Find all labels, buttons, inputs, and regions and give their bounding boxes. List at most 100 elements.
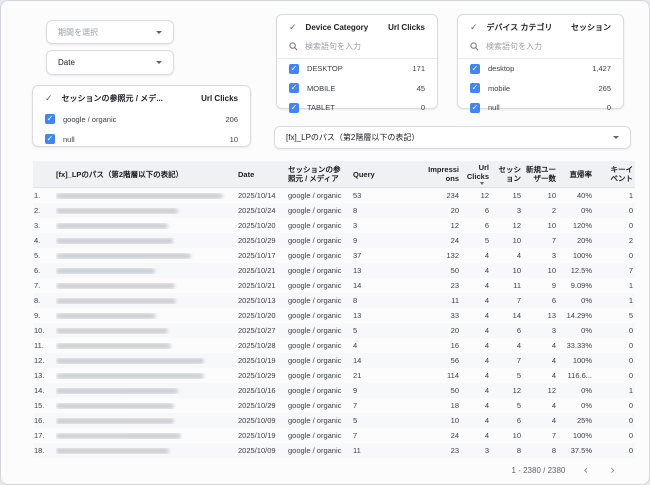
filter-item[interactable]: ✓ null 0 [458,98,623,118]
filter-item-label: TABLET [307,103,335,113]
date-dropdown[interactable]: Date [46,50,174,75]
table-row: 3. 2025/10/20 google / organic 3 12 6 12 10 120%… [33,218,635,233]
checkbox-checked-icon[interactable]: ✓ [470,63,480,74]
cell-lp-path-redacted [56,222,238,229]
chevron-down-icon [156,30,162,34]
filter-item-value: 0 [606,103,611,113]
cell-sessions: 14 [512,311,521,320]
cell-query: 11 [353,446,361,455]
checkbox-checked-icon[interactable]: ✓ [289,83,299,94]
cell-query: 7 [353,401,358,410]
table-row: 11. 2025/10/28 google / organic 4 16 4 4 4 33.33… [33,338,635,353]
filter-item[interactable]: ✓ google / organic 206 [33,109,250,129]
column-header-sessions[interactable]: セッシ ョン [491,161,523,187]
cell-sessions: 11 [513,281,521,290]
cell-url_clicks: 4 [484,386,489,395]
redacted-url-bar [56,327,168,334]
cell-index: 9. [34,311,41,320]
table-row: 2. 2025/10/24 google / organic 8 20 6 3 2 0% 0 [33,203,635,218]
cell-index: 1. [34,191,41,200]
checkbox-checked-icon[interactable]: ✓ [289,102,299,113]
checkbox-checked-icon[interactable]: ✓ [45,114,55,124]
cell-query: 9 [353,386,358,395]
cell-new_users: 7 [551,236,556,245]
column-header-label: Date [238,169,255,179]
filter-item[interactable]: ✓ DESKTOP 171 [277,59,437,79]
cell-source: google / organic [288,416,342,425]
filter-header[interactable]: ✓ デバイス カテゴリ セッション [458,17,623,38]
filter-item[interactable]: ✓ mobile 265 [458,79,623,99]
cell-index: 14. [34,386,45,395]
cell-key_events: 2 [628,236,633,245]
cell-key_events: 0 [628,446,633,455]
cell-source: google / organic [288,221,342,230]
pagination-prev-icon[interactable]: ‹ [583,464,588,476]
filter-search[interactable]: 検索語句を入力 [277,38,437,55]
checkbox-checked-icon[interactable]: ✓ [45,134,55,144]
cell-source: google / organic [288,371,342,380]
column-header-label: 新規ユー ザー数 [526,165,556,183]
search-icon [289,42,298,51]
redacted-url-bar [56,267,155,274]
cell-key_events: 0 [628,371,633,380]
column-header-source[interactable]: セッションの参 照元 / メディア [288,161,353,187]
cell-new_users: 4 [551,356,556,365]
column-header-url_clicks[interactable]: Url Clicks [461,161,491,187]
column-header-impressions[interactable]: Impressi ons [393,161,461,187]
pagination-next-icon[interactable]: › [610,464,615,476]
cell-query: 4 [353,341,358,350]
column-header-date[interactable]: Date [238,161,288,187]
chevron-down-icon [613,136,619,139]
filter-item[interactable]: ✓ desktop 1,427 [458,59,623,79]
redacted-url-bar [56,282,175,289]
checkbox-checked-icon[interactable]: ✓ [470,102,480,113]
filter-header[interactable]: ✓ Device Category Url Clicks [277,17,437,38]
column-header-lp_path[interactable]: [fx]_LPのパス（第2階層以下の表記） [56,161,238,187]
column-header-key_events[interactable]: キーイ ベント [594,161,635,187]
cell-date: 2025/10/09 [238,446,276,455]
cell-impressions: 12 [450,221,459,230]
filter-item[interactable]: ✓ MOBILE 45 [277,79,437,99]
filter-item[interactable]: ✓ TABLET 0 [277,98,437,118]
cell-key_events: 0 [628,326,633,335]
cell-date: 2025/10/21 [238,281,276,290]
checkbox-checked-icon[interactable]: ✓ [289,63,299,74]
cell-sessions: 7 [516,356,521,365]
cell-sessions: 6 [516,326,521,335]
filter-item-value: 1,427 [592,64,611,74]
cell-date: 2025/10/24 [238,206,276,215]
table-row: 8. 2025/10/13 google / organic 8 11 4 7 6 0% 1 [33,293,635,308]
cell-bounce_rate: 33.33% [566,341,592,350]
filter-title: Device Category [305,23,369,32]
cell-index: 7. [34,281,41,290]
cell-bounce_rate: 100% [572,251,592,260]
column-header-bounce_rate[interactable]: 直帰率 [558,161,594,187]
cell-key_events: 1 [628,296,633,305]
column-header-new_users[interactable]: 新規ユー ザー数 [523,161,558,187]
cell-source: google / organic [288,431,342,440]
cell-url_clicks: 4 [484,281,489,290]
table-row: 10. 2025/10/27 google / organic 5 20 4 6 3 0% 0 [33,323,635,338]
date-range-control[interactable]: 期間を選択 [46,20,174,44]
filter-search[interactable]: 検索語句を入力 [458,38,623,55]
column-header-label: Impressi ons [428,165,459,183]
cell-index: 15. [34,401,45,410]
cell-impressions: 20 [450,326,459,335]
cell-source: google / organic [288,206,342,215]
cell-impressions: 50 [450,386,459,395]
checkbox-checked-icon[interactable]: ✓ [470,83,480,94]
lp-path-dropdown[interactable]: [fx]_LPのパス（第2階層以下の表記） [274,126,631,149]
cell-bounce_rate: 20% [576,236,592,245]
cell-new_users: 12 [547,386,556,395]
column-header-query[interactable]: Query [353,161,393,187]
table-pagination: 1 - 2380 / 2380 ‹ › [33,461,635,479]
column-header-index[interactable] [33,161,56,187]
cell-index: 6. [34,266,41,275]
check-icon: ✓ [470,22,478,32]
cell-bounce_rate: 9.09% [570,281,592,290]
cell-query: 5 [353,416,358,425]
filter-item[interactable]: ✓ null 10 [33,129,250,149]
cell-lp-path-redacted [56,402,238,409]
filter-header[interactable]: ✓ セッションの参照元 / メデ... Url Clicks [33,88,250,109]
cell-bounce_rate: 120% [572,221,592,230]
